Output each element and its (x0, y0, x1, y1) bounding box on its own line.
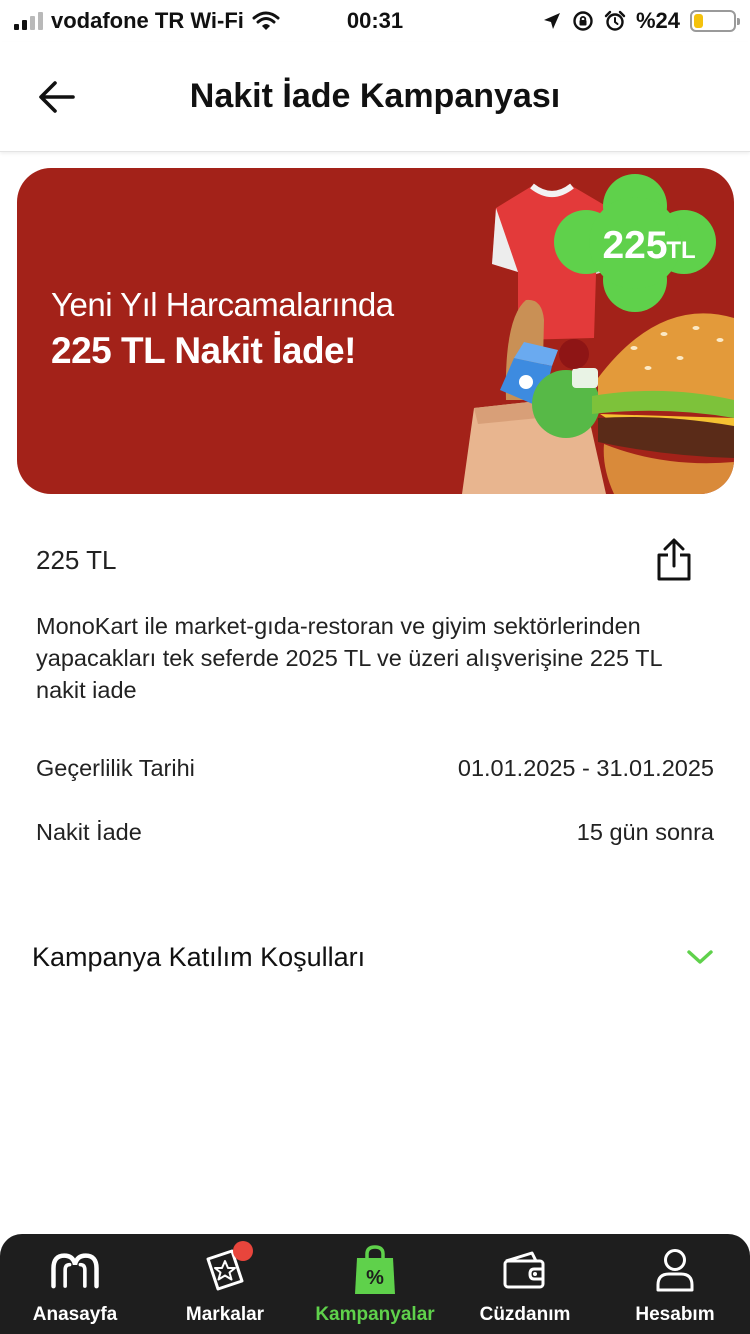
status-right: %24 (542, 8, 740, 34)
burger-illustration (592, 313, 734, 494)
cellular-signal-icon (14, 12, 43, 30)
campaign-amount: 225 TL (36, 544, 117, 575)
tab-anasayfa[interactable]: Anasayfa (0, 1234, 150, 1334)
battery-icon (690, 10, 740, 32)
tab-cuzdanim[interactable]: Cüzdanım (450, 1234, 600, 1334)
status-bar: vodafone TR Wi-Fi 00:31 %24 (0, 0, 750, 42)
tab-label-markalar: Markalar (185, 1304, 265, 1325)
tab-kampanyalar[interactable]: % Kampanyalar (300, 1234, 450, 1334)
validity-value: 01.01.2025 - 31.01.2025 (457, 755, 714, 781)
svg-text:%: % (366, 1267, 384, 1289)
user-icon (649, 1244, 701, 1296)
conditions-label: Kampanya Katılım Koşulları (32, 941, 366, 972)
tab-label-hesabim: Hesabım (635, 1304, 715, 1325)
battery-level (694, 14, 704, 28)
home-logo-icon (49, 1244, 101, 1296)
cashback-label: Nakit İade (36, 819, 142, 845)
battery-percentage: %24 (635, 8, 680, 33)
arrow-left-icon (39, 81, 75, 113)
tab-hesabim[interactable]: Hesabım (600, 1234, 750, 1334)
header: Nakit İade Kampanyası (0, 42, 750, 152)
chevron-down-icon[interactable] (686, 948, 714, 966)
campaign-banner: Yeni Yıl Harcamalarında 225 TL Nakit İad… (17, 168, 734, 494)
cashback-row: Nakit İade 15 gün sonra (36, 819, 714, 846)
brands-star-icon (199, 1241, 253, 1296)
banner-highlight: 225 TL Nakit İade! (51, 330, 356, 371)
tab-label-kampanyalar: Kampanyalar (315, 1304, 435, 1325)
conditions-accordion[interactable]: Kampanya Katılım Koşulları (32, 930, 714, 984)
campaign-bag-icon: % (349, 1244, 401, 1296)
share-icon (657, 538, 691, 581)
location-arrow-icon (543, 13, 560, 29)
wallet-icon (499, 1244, 551, 1296)
tab-markalar[interactable]: Markalar (150, 1234, 300, 1334)
badge-amount: 225 (602, 224, 667, 267)
share-button[interactable] (652, 535, 696, 585)
cashback-value: 15 gün sonra (576, 819, 714, 845)
tab-label-anasayfa: Anasayfa (32, 1304, 118, 1325)
page-title: Nakit İade Kampanyası (189, 77, 561, 115)
status-left: vodafone TR Wi-Fi (14, 8, 334, 34)
validity-label: Geçerlilik Tarihi (36, 755, 195, 781)
carrier-name: vodafone TR Wi-Fi (51, 8, 244, 33)
back-button[interactable] (30, 70, 84, 124)
tab-label-cuzdanim: Cüzdanım (479, 1304, 571, 1325)
notification-badge (233, 1241, 253, 1261)
banner-headline: Yeni Yıl Harcamalarında (51, 286, 394, 323)
campaign-description: MonoKart ile market-gıda-restoran ve giy… (36, 613, 662, 703)
alarm-icon (604, 10, 626, 31)
banner-illustration: 225 TL (462, 174, 734, 494)
amount-row: 225 TL (36, 530, 696, 590)
apple-illustration (559, 339, 589, 369)
validity-row: Geçerlilik Tarihi 01.01.2025 - 31.01.202… (36, 755, 714, 782)
wifi-icon (252, 11, 280, 30)
badge-currency: TL (666, 237, 695, 264)
orientation-lock-icon (573, 11, 593, 31)
bottom-tab-bar: Anasayfa Markalar % Kampanyalar Cüzdanım… (0, 1234, 750, 1334)
banner-text: Yeni Yıl Harcamalarında 225 TL Nakit İad… (51, 286, 394, 372)
